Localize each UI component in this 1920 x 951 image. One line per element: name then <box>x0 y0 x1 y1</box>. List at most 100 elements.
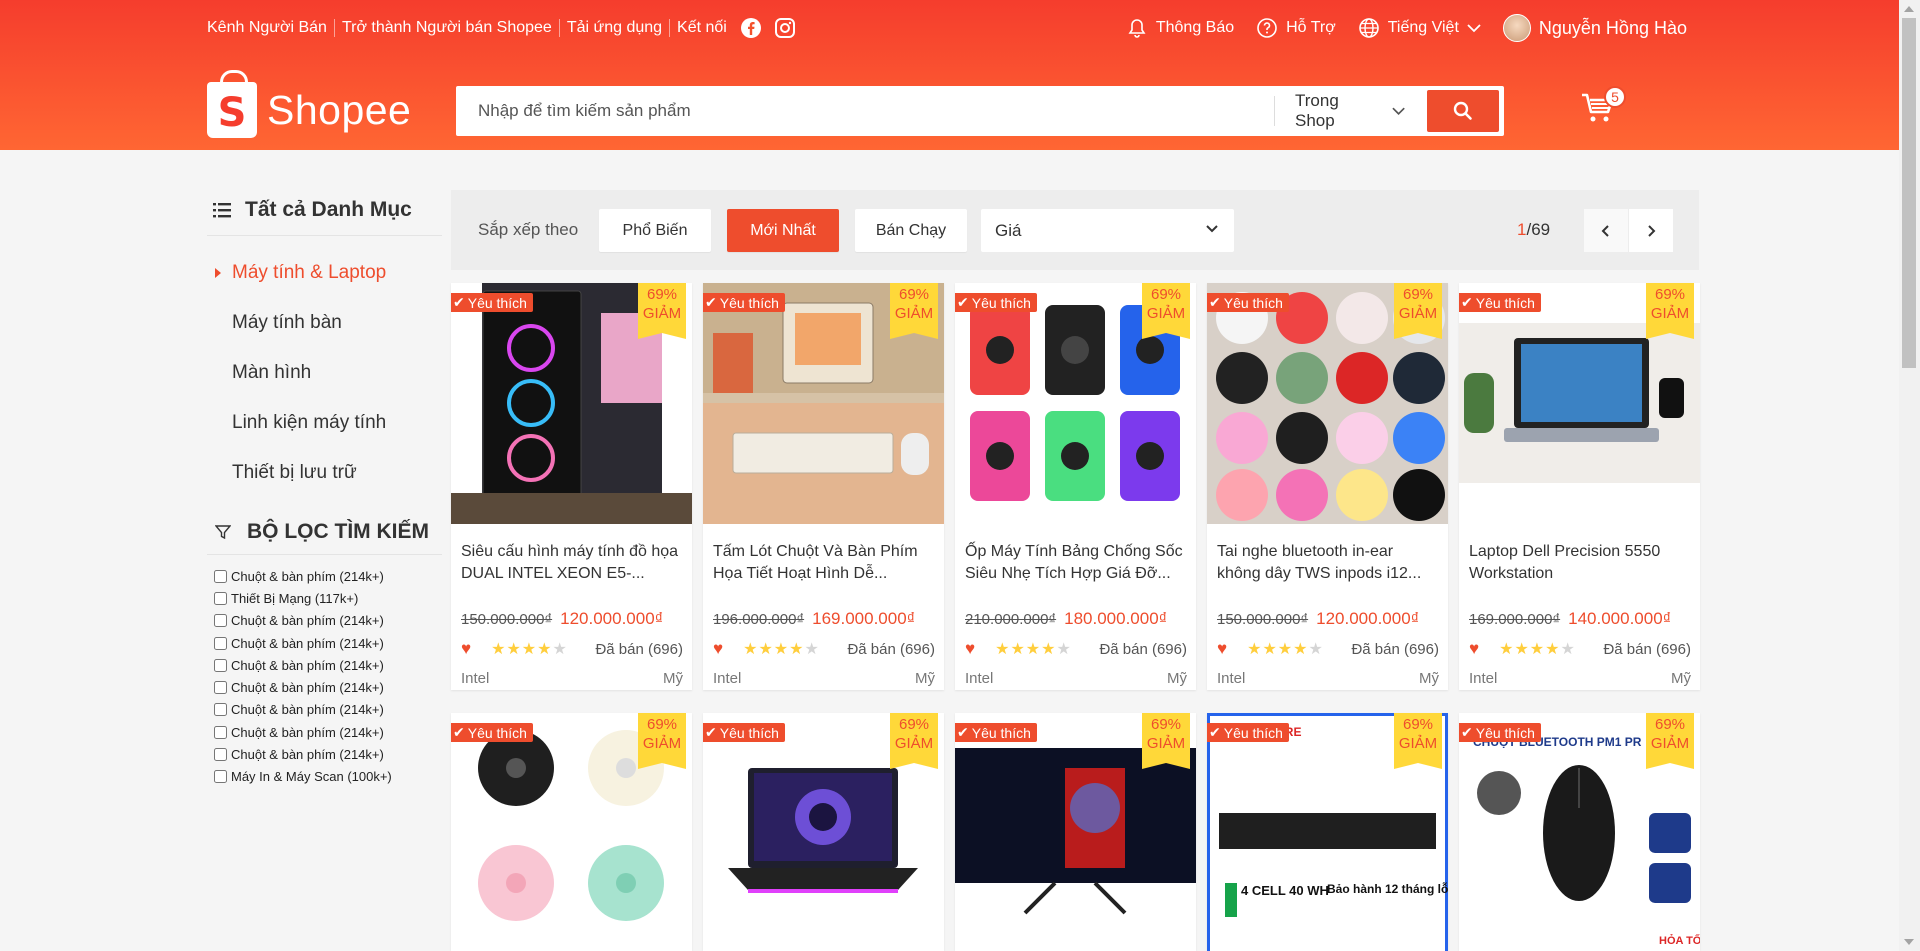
vertical-scrollbar[interactable] <box>1899 0 1920 951</box>
filter-option[interactable]: Chuột & bàn phím (214k+) <box>214 565 442 587</box>
filter-label: Chuột & bàn phím (214k+) <box>231 635 384 651</box>
favorite-badge: ✔ Yêu thích <box>703 293 785 312</box>
sort-price-select[interactable]: Giá <box>981 209 1234 252</box>
heart-icon[interactable]: ♥ <box>965 639 975 659</box>
category-item-monitors[interactable]: Màn hình <box>207 348 442 398</box>
scroll-up-arrow-icon[interactable] <box>1904 6 1914 12</box>
category-item-computers-laptops[interactable]: Máy tính & Laptop <box>207 248 442 298</box>
filter-checkbox[interactable] <box>214 748 227 762</box>
all-categories-heading[interactable]: Tất cả Danh Mục <box>207 185 442 236</box>
facebook-icon[interactable] <box>740 17 762 39</box>
star-icon: ★ <box>995 641 1010 658</box>
sold-count: Đã bán (696) <box>1603 640 1691 658</box>
scrollbar-thumb[interactable] <box>1902 18 1916 368</box>
filter-label: Chuột & bàn phím (214k+) <box>231 724 384 740</box>
rating-stars: ★ ★ ★ ★ ★ <box>743 639 819 659</box>
become-seller-link[interactable]: Trở thành Người bán Shopee <box>333 19 559 37</box>
product-brand: Intel <box>461 670 490 687</box>
filter-option[interactable]: Chuột & bàn phím (214k+) <box>214 743 442 765</box>
search-icon <box>1453 101 1472 120</box>
new-price: 120.000.000₫ <box>560 609 664 628</box>
product-card[interactable]: CHUỘT BLUETOOTH PM1 PR HỎA TỐC 1 GIỜ ✔Yê… <box>1459 713 1700 951</box>
product-name[interactable]: Tấm Lót Chuột Và Bàn Phím Họa Tiết Hoạt … <box>713 541 935 585</box>
discount-badge: 69% GIẢM <box>1394 283 1442 339</box>
favorite-badge: ✔ Yêu thích <box>955 293 1037 312</box>
filter-checkbox[interactable] <box>214 569 227 583</box>
product-card[interactable]: ✔ Yêu thích 69% GIẢM Siêu cấu hình máy tín… <box>451 283 692 690</box>
shopee-logo[interactable]: S Shopee <box>207 70 411 138</box>
category-item-storage[interactable]: Thiết bị lưu trữ <box>207 448 442 498</box>
instagram-icon[interactable] <box>774 17 796 39</box>
product-card[interactable]: ✔ Yêu thích 69% GIẢM Ốp Máy Tính Bảng Chốn… <box>955 283 1196 690</box>
search-button[interactable] <box>1427 90 1499 132</box>
sort-popular-button[interactable]: Phổ Biến <box>599 209 711 252</box>
prev-page-button[interactable] <box>1584 209 1628 252</box>
filter-checkbox[interactable] <box>214 703 227 717</box>
chevron-right-icon <box>1648 224 1656 237</box>
next-page-button[interactable] <box>1629 209 1673 252</box>
product-card[interactable]: ✔ Yêu thích 69% GIẢM <box>955 713 1196 951</box>
filter-checkbox[interactable] <box>214 770 227 784</box>
filter-option[interactable]: Máy In & Máy Scan (100k+) <box>214 766 442 788</box>
filter-checkbox[interactable] <box>214 636 227 650</box>
category-item-components[interactable]: Linh kiện máy tính <box>207 398 442 448</box>
sort-bestseller-button[interactable]: Bán Chạy <box>855 209 967 252</box>
favorite-badge: ✔ Yêu thích <box>1207 293 1289 312</box>
new-price: 169.000.000₫ <box>812 609 916 628</box>
notifications-link[interactable]: Thông Báo <box>1126 17 1234 39</box>
filter-checkbox[interactable] <box>214 681 227 695</box>
filter-option[interactable]: Chuột & bàn phím (214k+) <box>214 610 442 632</box>
category-item-desktops[interactable]: Máy tính bàn <box>207 298 442 348</box>
product-brand: Intel <box>1217 670 1246 687</box>
heart-icon[interactable]: ♥ <box>461 639 471 659</box>
search-scope-dropdown[interactable]: Trong Shop <box>1274 91 1405 130</box>
filter-option[interactable]: Thiết Bị Mạng (117k+) <box>214 587 442 609</box>
star-icon: ★ <box>491 641 506 658</box>
search-input[interactable] <box>476 90 1280 132</box>
discount-badge: 69% GIẢM <box>1646 283 1694 339</box>
filter-checkbox[interactable] <box>214 591 227 605</box>
product-name[interactable]: Laptop Dell Precision 5550 Workstation <box>1469 541 1691 585</box>
filter-option[interactable]: Chuột & bàn phím (214k+) <box>214 699 442 721</box>
filter-checkbox[interactable] <box>214 725 227 739</box>
warranty-text: Bảo hành 12 tháng lỗi là đổi mới <box>1327 881 1448 896</box>
user-account[interactable]: Nguyễn Hồng Hào <box>1502 14 1687 42</box>
product-origin: Mỹ <box>1671 670 1691 687</box>
filter-checkbox[interactable] <box>214 658 227 672</box>
product-card[interactable]: ✔ Yêu thích 69% GIẢM Laptop Dell Precision… <box>1459 283 1700 690</box>
cart-button[interactable]: 5 <box>1580 86 1626 131</box>
product-card[interactable]: KING STORE 4 CELL 40 WH Bảo hành 12 thán… <box>1207 713 1448 951</box>
list-icon <box>213 203 231 218</box>
download-app-link[interactable]: Tải ứng dụng <box>558 19 669 37</box>
old-price: 169.000.000₫ <box>1469 611 1561 628</box>
filter-option[interactable]: Chuột & bàn phím (214k+) <box>214 654 442 676</box>
sort-label: Sắp xếp theo <box>478 220 579 239</box>
star-icon: ★ <box>1293 641 1308 658</box>
product-name[interactable]: Siêu cấu hình máy tính đồ họa DUAL INTEL… <box>461 541 683 585</box>
product-card[interactable]: ✔ Yêu thích 69% GIẢM <box>451 713 692 951</box>
filter-option[interactable]: Chuột & bàn phím (214k+) <box>214 676 442 698</box>
product-name[interactable]: Ốp Máy Tính Bảng Chống Sốc Siêu Nhẹ Tích… <box>965 541 1187 585</box>
sold-count: Đã bán (696) <box>1099 640 1187 658</box>
heart-icon[interactable]: ♥ <box>1217 639 1227 659</box>
filter-option[interactable]: Chuột & bàn phím (214k+) <box>214 721 442 743</box>
support-link[interactable]: Hỗ Trợ <box>1256 17 1336 39</box>
product-name[interactable]: Tai nghe bluetooth in-ear không dây TWS … <box>1217 541 1439 585</box>
filter-option[interactable]: Chuột & bàn phím (214k+) <box>214 632 442 654</box>
favorite-badge: ✔ Yêu thích <box>1207 723 1289 742</box>
sort-newest-button[interactable]: Mới Nhất <box>727 209 839 252</box>
product-card[interactable]: ✔ Yêu thích 69% GIẢM Tấm Lót Chuột Và Bàn … <box>703 283 944 690</box>
scroll-down-arrow-icon[interactable] <box>1904 939 1914 945</box>
heart-icon[interactable]: ♥ <box>713 639 723 659</box>
product-card[interactable]: ✔ Yêu thích 69% GIẢM <box>703 713 944 951</box>
filter-checkbox[interactable] <box>214 614 227 628</box>
star-icon: ★ <box>1247 641 1262 658</box>
heart-icon[interactable]: ♥ <box>1469 639 1479 659</box>
star-icon: ★ <box>1041 641 1056 658</box>
rating-stars: ★ ★ ★ ★ ★ <box>491 639 567 659</box>
language-selector[interactable]: Tiếng Việt <box>1358 17 1481 39</box>
seller-channel-link[interactable]: Kênh Người Bán <box>207 19 334 37</box>
discount-badge: 69% GIẢM <box>890 713 938 769</box>
product-origin: Mỹ <box>1419 670 1439 687</box>
product-card[interactable]: ✔ Yêu thích 69% GIẢM Tai nghe bluetooth in… <box>1207 283 1448 690</box>
